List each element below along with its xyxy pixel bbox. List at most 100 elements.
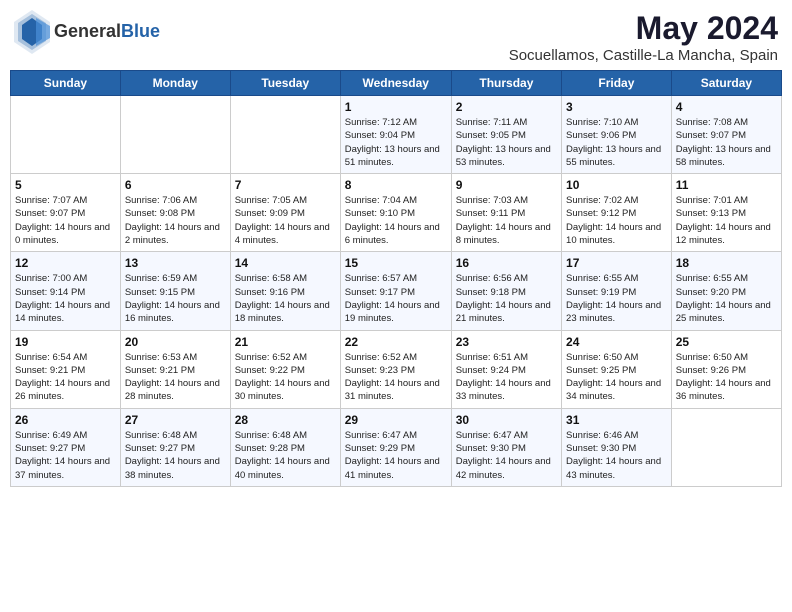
weekday-thursday: Thursday (451, 71, 561, 96)
day-number: 15 (345, 256, 447, 270)
weekday-friday: Friday (562, 71, 672, 96)
day-number: 9 (456, 178, 557, 192)
week-row-5: 26Sunrise: 6:49 AM Sunset: 9:27 PM Dayli… (11, 408, 782, 486)
week-row-4: 19Sunrise: 6:54 AM Sunset: 9:21 PM Dayli… (11, 330, 782, 408)
day-number: 25 (676, 335, 777, 349)
day-cell (120, 96, 230, 174)
day-info: Sunrise: 6:49 AM Sunset: 9:27 PM Dayligh… (15, 429, 116, 482)
day-info: Sunrise: 6:48 AM Sunset: 9:28 PM Dayligh… (235, 429, 336, 482)
day-number: 1 (345, 100, 447, 114)
day-cell: 22 Sunrise: 6:52 AM Sunset: 9:23 PM Dayli… (340, 330, 451, 408)
day-info: Sunrise: 6:55 AM Sunset: 9:19 PM Dayligh… (566, 272, 667, 325)
day-cell: 31 Sunrise: 6:46 AM Sunset: 9:30 PM Dayli… (562, 408, 672, 486)
day-number: 3 (566, 100, 667, 114)
day-info: Sunrise: 6:55 AM Sunset: 9:20 PM Dayligh… (676, 272, 777, 325)
day-info: Sunrise: 6:52 AM Sunset: 9:22 PM Dayligh… (235, 351, 336, 404)
day-info: Sunrise: 6:59 AM Sunset: 9:15 PM Dayligh… (125, 272, 226, 325)
logo-icon (14, 10, 50, 54)
calendar-body: 1 Sunrise: 7:12 AM Sunset: 9:04 PM Daylig… (11, 96, 782, 487)
day-info: Sunrise: 6:47 AM Sunset: 9:30 PM Dayligh… (456, 429, 557, 482)
week-row-3: 12Sunrise: 7:00 AM Sunset: 9:14 PM Dayli… (11, 252, 782, 330)
day-info: Sunrise: 6:56 AM Sunset: 9:18 PM Dayligh… (456, 272, 557, 325)
day-number: 29 (345, 413, 447, 427)
day-cell: 25 Sunrise: 6:50 AM Sunset: 9:26 PM Dayli… (671, 330, 781, 408)
day-info: Sunrise: 6:50 AM Sunset: 9:25 PM Dayligh… (566, 351, 667, 404)
day-info: Sunrise: 6:46 AM Sunset: 9:30 PM Dayligh… (566, 429, 667, 482)
day-info: Sunrise: 7:06 AM Sunset: 9:08 PM Dayligh… (125, 194, 226, 247)
day-info: Sunrise: 6:52 AM Sunset: 9:23 PM Dayligh… (345, 351, 447, 404)
weekday-monday: Monday (120, 71, 230, 96)
day-cell: 13Sunrise: 6:59 AM Sunset: 9:15 PM Dayli… (120, 252, 230, 330)
logo-general-text: GeneralBlue (54, 22, 160, 42)
location-title: Socuellamos, Castille-La Mancha, Spain (509, 47, 778, 64)
day-cell: 18 Sunrise: 6:55 AM Sunset: 9:20 PM Dayli… (671, 252, 781, 330)
day-number: 23 (456, 335, 557, 349)
day-cell: 26Sunrise: 6:49 AM Sunset: 9:27 PM Dayli… (11, 408, 121, 486)
day-info: Sunrise: 7:05 AM Sunset: 9:09 PM Dayligh… (235, 194, 336, 247)
day-cell: 19Sunrise: 6:54 AM Sunset: 9:21 PM Dayli… (11, 330, 121, 408)
calendar-header: SundayMondayTuesdayWednesdayThursdayFrid… (11, 71, 782, 96)
day-cell (671, 408, 781, 486)
page-header: GeneralBlue May 2024 Socuellamos, Castil… (10, 10, 782, 64)
weekday-header-row: SundayMondayTuesdayWednesdayThursdayFrid… (11, 71, 782, 96)
day-number: 16 (456, 256, 557, 270)
day-number: 18 (676, 256, 777, 270)
day-cell: 8Sunrise: 7:04 AM Sunset: 9:10 PM Daylig… (340, 174, 451, 252)
day-cell: 9 Sunrise: 7:03 AM Sunset: 9:11 PM Daylig… (451, 174, 561, 252)
day-cell: 30Sunrise: 6:47 AM Sunset: 9:30 PM Dayli… (451, 408, 561, 486)
weekday-saturday: Saturday (671, 71, 781, 96)
day-info: Sunrise: 6:57 AM Sunset: 9:17 PM Dayligh… (345, 272, 447, 325)
day-info: Sunrise: 7:08 AM Sunset: 9:07 PM Dayligh… (676, 116, 777, 169)
day-cell (11, 96, 121, 174)
day-cell: 4 Sunrise: 7:08 AM Sunset: 9:07 PM Daylig… (671, 96, 781, 174)
day-cell: 27 Sunrise: 6:48 AM Sunset: 9:27 PM Dayli… (120, 408, 230, 486)
day-info: Sunrise: 7:01 AM Sunset: 9:13 PM Dayligh… (676, 194, 777, 247)
week-row-1: 1 Sunrise: 7:12 AM Sunset: 9:04 PM Daylig… (11, 96, 782, 174)
day-cell: 23 Sunrise: 6:51 AM Sunset: 9:24 PM Dayli… (451, 330, 561, 408)
calendar-table: SundayMondayTuesdayWednesdayThursdayFrid… (10, 70, 782, 487)
day-info: Sunrise: 6:48 AM Sunset: 9:27 PM Dayligh… (125, 429, 226, 482)
day-cell: 24 Sunrise: 6:50 AM Sunset: 9:25 PM Dayli… (562, 330, 672, 408)
weekday-tuesday: Tuesday (230, 71, 340, 96)
day-info: Sunrise: 7:10 AM Sunset: 9:06 PM Dayligh… (566, 116, 667, 169)
day-number: 6 (125, 178, 226, 192)
day-number: 4 (676, 100, 777, 114)
day-number: 14 (235, 256, 336, 270)
day-cell: 17 Sunrise: 6:55 AM Sunset: 9:19 PM Dayli… (562, 252, 672, 330)
day-cell: 3 Sunrise: 7:10 AM Sunset: 9:06 PM Daylig… (562, 96, 672, 174)
day-cell: 21 Sunrise: 6:52 AM Sunset: 9:22 PM Dayli… (230, 330, 340, 408)
day-cell: 29Sunrise: 6:47 AM Sunset: 9:29 PM Dayli… (340, 408, 451, 486)
day-number: 7 (235, 178, 336, 192)
day-info: Sunrise: 6:58 AM Sunset: 9:16 PM Dayligh… (235, 272, 336, 325)
day-number: 20 (125, 335, 226, 349)
day-info: Sunrise: 7:00 AM Sunset: 9:14 PM Dayligh… (15, 272, 116, 325)
day-info: Sunrise: 7:02 AM Sunset: 9:12 PM Dayligh… (566, 194, 667, 247)
day-cell: 20 Sunrise: 6:53 AM Sunset: 9:21 PM Dayli… (120, 330, 230, 408)
day-cell: 1 Sunrise: 7:12 AM Sunset: 9:04 PM Daylig… (340, 96, 451, 174)
day-info: Sunrise: 7:03 AM Sunset: 9:11 PM Dayligh… (456, 194, 557, 247)
day-cell: 2Sunrise: 7:11 AM Sunset: 9:05 PM Daylig… (451, 96, 561, 174)
day-info: Sunrise: 7:12 AM Sunset: 9:04 PM Dayligh… (345, 116, 447, 169)
day-cell: 7 Sunrise: 7:05 AM Sunset: 9:09 PM Daylig… (230, 174, 340, 252)
logo: GeneralBlue (14, 10, 160, 54)
day-number: 24 (566, 335, 667, 349)
day-info: Sunrise: 7:04 AM Sunset: 9:10 PM Dayligh… (345, 194, 447, 247)
day-info: Sunrise: 6:50 AM Sunset: 9:26 PM Dayligh… (676, 351, 777, 404)
day-cell: 11Sunrise: 7:01 AM Sunset: 9:13 PM Dayli… (671, 174, 781, 252)
day-number: 31 (566, 413, 667, 427)
day-info: Sunrise: 6:53 AM Sunset: 9:21 PM Dayligh… (125, 351, 226, 404)
day-number: 17 (566, 256, 667, 270)
weekday-wednesday: Wednesday (340, 71, 451, 96)
day-info: Sunrise: 7:11 AM Sunset: 9:05 PM Dayligh… (456, 116, 557, 169)
day-number: 22 (345, 335, 447, 349)
day-info: Sunrise: 6:51 AM Sunset: 9:24 PM Dayligh… (456, 351, 557, 404)
day-number: 10 (566, 178, 667, 192)
day-cell: 14 Sunrise: 6:58 AM Sunset: 9:16 PM Dayli… (230, 252, 340, 330)
day-cell: 15 Sunrise: 6:57 AM Sunset: 9:17 PM Dayli… (340, 252, 451, 330)
day-info: Sunrise: 7:07 AM Sunset: 9:07 PM Dayligh… (15, 194, 116, 247)
day-number: 5 (15, 178, 116, 192)
day-number: 21 (235, 335, 336, 349)
day-cell (230, 96, 340, 174)
day-cell: 16 Sunrise: 6:56 AM Sunset: 9:18 PM Dayli… (451, 252, 561, 330)
day-number: 27 (125, 413, 226, 427)
